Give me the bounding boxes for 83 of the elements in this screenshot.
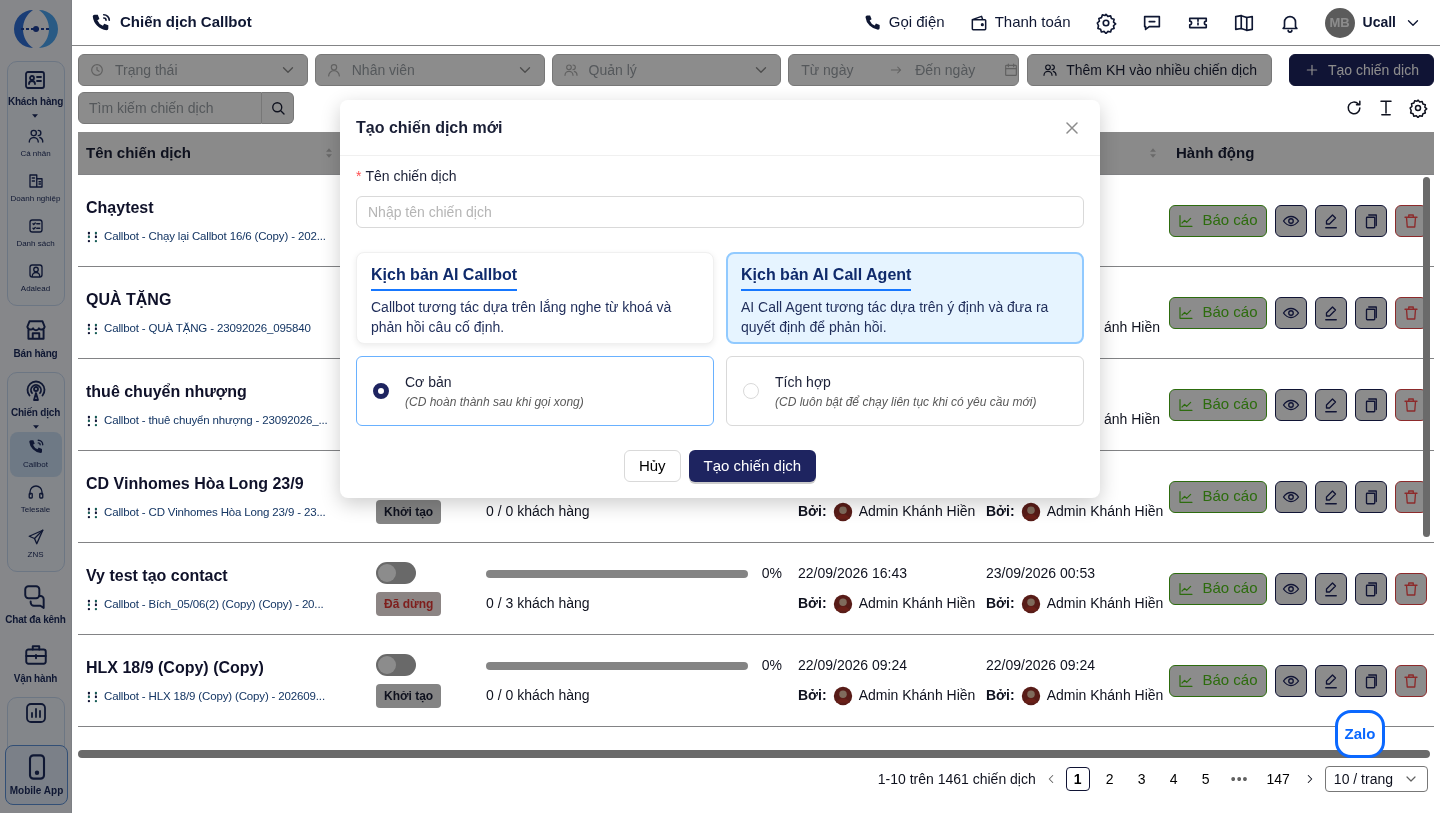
page-button[interactable]: 3 (1129, 767, 1154, 791)
by-label: Bởi: (986, 686, 1015, 705)
date-time: 22/09/2026 16:43 (798, 564, 908, 583)
create-campaign-button[interactable]: Tạo chiến dịch (1288, 54, 1434, 86)
sidebar-subitem[interactable]: Cá nhân (9, 121, 62, 166)
date-time: 22/09/2026 09:24 (798, 656, 908, 675)
script-option-card[interactable]: Kịch bản AI Call Agent AI Call Agent tương tác dựa trên ý định và đưa ra quyết định để phản hồi. (726, 252, 1084, 344)
sidebar-subitem[interactable]: Danh sách (9, 211, 62, 256)
script-link[interactable]: Callbot - Chạy lại Callbot 16/6 (Copy) - 202... (104, 227, 326, 246)
sidebar-item[interactable]: Chiến dịch (10, 405, 61, 420)
percent-text: 0% (761, 656, 782, 675)
user-name: Admin Khánh Hiền (1046, 502, 1164, 521)
script-link[interactable]: Callbot - QUÀ TẶNG - 23092026_095840 (104, 319, 311, 338)
header-link[interactable]: Thanh toán (968, 11, 1071, 34)
required-mark: * (356, 166, 362, 186)
script-link[interactable]: Callbot - CD Vinhomes Hòa Long 23/9 - 23... (104, 503, 326, 522)
page-button[interactable]: 4 (1161, 767, 1186, 791)
cancel-button[interactable]: Hủy (623, 450, 681, 482)
option-description: AI Call Agent tương tác dựa trên ý định và đưa ra quyết định để phản hồi. (741, 298, 1050, 337)
user-name: Admin Khánh Hiền (1046, 686, 1164, 705)
customer-count: 0 / 0 khách hàng (486, 502, 591, 521)
header-link[interactable]: Gọi điện (862, 11, 945, 34)
user-name: ánh Hiền (1103, 410, 1160, 429)
by-label: Bởi: (986, 594, 1015, 613)
option-description: Callbot tương tác dựa trên lắng nghe từ khoá và phản hồi câu cố định. (371, 298, 673, 337)
option-title: Kịch bản AI Call Agent (741, 263, 912, 291)
user-name[interactable]: Ucall (1362, 12, 1396, 33)
pagination-summary: 1-10 trên 1461 chiến dịch (877, 769, 1036, 789)
column-header: Hành động (1176, 142, 1255, 163)
sidebar-subitem[interactable]: Doanh nghiệp (9, 166, 62, 211)
by-label: Bởi: (986, 502, 1015, 521)
campaign-name[interactable]: HLX 18/9 (Copy) (Copy) (86, 655, 360, 680)
user-name: Admin Khánh Hiền (1046, 594, 1164, 613)
option-hint: (CD luôn bật để chạy liên tục khi có yêu cầu mới) (775, 393, 1037, 411)
bulk-add-button[interactable]: Thêm KH vào nhiều chiến dịch (1027, 54, 1272, 86)
status-badge: Khởi tạo (376, 683, 442, 708)
page-button[interactable]: 1 (1065, 767, 1090, 791)
page-title: Chiến dịch Callbot (120, 12, 252, 33)
mode-option-card[interactable]: Tích hợp (CD luôn bật để chạy liên tục khi có yêu cầu mới) (726, 356, 1084, 426)
column-header: Tên chiến dịch (86, 142, 191, 163)
sidebar-subitem[interactable]: Telesale (9, 477, 62, 522)
option-hint: (CD hoàn thành sau khi gọi xong) (405, 393, 584, 411)
user-name: Admin Khánh Hiền (858, 594, 976, 613)
script-link[interactable]: Callbot - Bích_05/06(2) (Copy) (Copy) - 20... (104, 595, 324, 614)
date-time: 22/09/2026 09:24 (986, 656, 1096, 675)
sidebar-item[interactable]: Bán hàng (13, 346, 58, 361)
more-pages[interactable]: ••• (1225, 767, 1254, 791)
sidebar-item[interactable]: Khách hàng (7, 94, 64, 109)
campaign-name[interactable]: Vy test tạo contact (86, 563, 360, 588)
sidebar-subitem[interactable]: Callbot (9, 432, 62, 477)
mode-option-card[interactable]: Cơ bản (CD hoàn thành sau khi gọi xong) (356, 356, 714, 426)
page-size-select[interactable]: 10 / trang (1324, 766, 1428, 792)
modal-title: Tạo chiến dịch mới (356, 117, 503, 138)
script-link[interactable]: Callbot - thuê chuyển nhượng - 23092026_... (104, 411, 328, 430)
user-name: Admin Khánh Hiền (858, 502, 976, 521)
option-label: Tích hợp (775, 372, 832, 392)
sidebar-item[interactable]: Vận hành (13, 671, 58, 686)
user-name: Admin Khánh Hiền (858, 686, 976, 705)
option-title: Kịch bản AI Callbot (371, 263, 518, 291)
create-button[interactable]: Tạo chiến dịch (688, 450, 817, 482)
script-link[interactable]: Callbot - HLX 18/9 (Copy) (Copy) - 202609... (104, 687, 325, 706)
by-label: Bởi: (798, 686, 827, 705)
sidebar-subitem[interactable]: Adalead (9, 256, 62, 301)
sidebar-subitem[interactable]: ZNS (9, 522, 62, 567)
status-badge: Đã dừng (376, 591, 442, 616)
page-button[interactable]: 147 (1261, 767, 1295, 791)
by-label: Bởi: (798, 502, 827, 521)
sidebar-item[interactable]: Chat đa kênh (5, 612, 66, 627)
page-button[interactable]: 5 (1193, 767, 1218, 791)
date-time: 23/09/2026 00:53 (986, 564, 1096, 583)
field-label: Tên chiến dịch (365, 166, 457, 186)
page-button[interactable]: 2 (1097, 767, 1122, 791)
name-field[interactable]: Nhập tên chiến dịch (356, 196, 1084, 228)
customer-count: 0 / 0 khách hàng (486, 686, 591, 705)
option-label: Cơ bản (405, 372, 453, 392)
user-name: ánh Hiền (1103, 318, 1160, 337)
mobile-app-button[interactable]: Mobile App (5, 745, 68, 805)
status-badge: Khởi tạo (376, 499, 442, 524)
script-option-card[interactable]: Kịch bản AI Callbot Callbot tương tác dựa trên lắng nghe từ khoá và phản hồi câu cố định. (356, 252, 714, 344)
zalo-chat-button[interactable]: Zalo (1335, 710, 1385, 758)
by-label: Bởi: (798, 594, 827, 613)
percent-text: 0% (761, 564, 782, 583)
customer-count: 0 / 3 khách hàng (486, 594, 591, 613)
